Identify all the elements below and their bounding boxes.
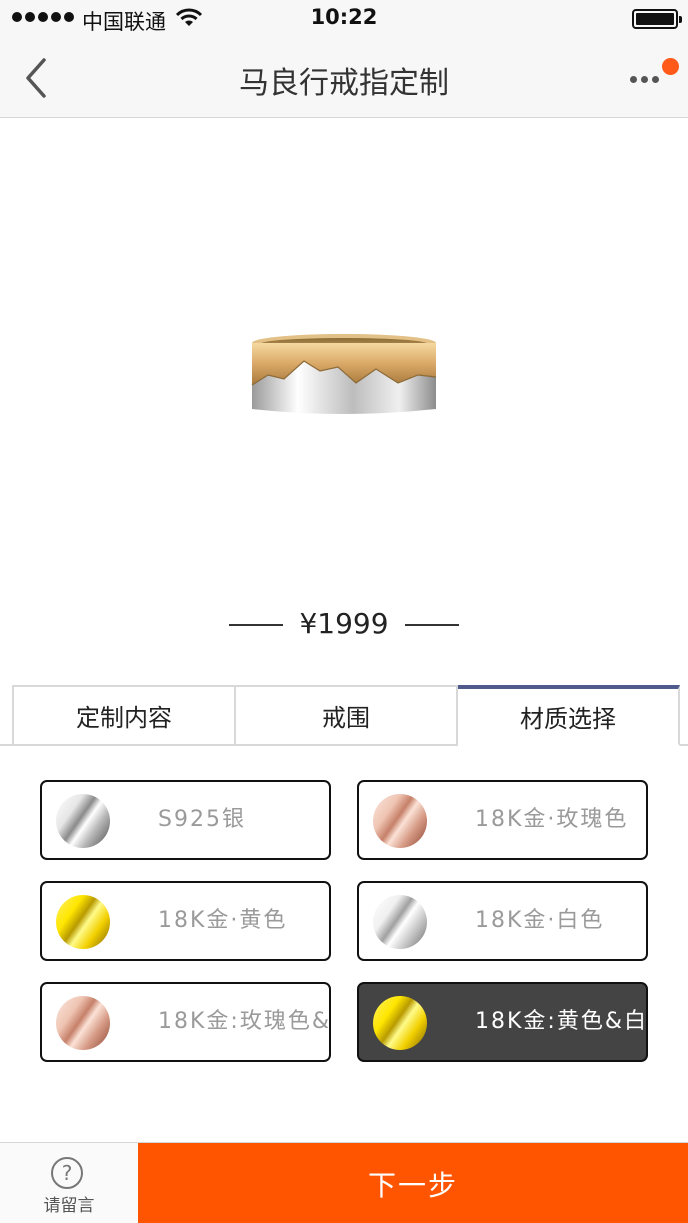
status-bar: 中国联通 10:22	[0, 0, 688, 38]
question-circle-icon: ?	[51, 1157, 83, 1189]
tab-ring-size[interactable]: 戒围	[236, 685, 458, 746]
ring-image	[251, 334, 437, 414]
yellow-gold-swatch-icon	[56, 895, 110, 949]
price-value: ¥1999	[299, 607, 389, 640]
material-option-18k-white[interactable]: 18K金·白色	[357, 881, 648, 961]
price-divider-right	[405, 624, 460, 626]
material-option-s925-silver[interactable]: S925银	[40, 780, 331, 860]
material-option-18k-yellow-white[interactable]: 18K金:黄色&白	[357, 982, 648, 1062]
leave-message-button[interactable]: ? 请留言	[0, 1143, 138, 1223]
material-options: S925银 18K金·玫瑰色 18K金·黄色 18K金·白色 18K金:玫瑰色&…	[40, 780, 648, 1062]
white-gold-swatch-icon	[373, 895, 427, 949]
next-step-button[interactable]: 下一步	[138, 1143, 688, 1223]
yellow-gold-swatch-icon	[373, 996, 427, 1050]
nav-bar: 马良行戒指定制	[0, 38, 688, 118]
material-label: 18K金·白色	[475, 908, 605, 933]
material-label: S925银	[158, 807, 246, 832]
price-divider-left	[228, 624, 283, 626]
status-time: 10:22	[310, 5, 378, 29]
rose-gold-swatch-icon	[373, 794, 427, 848]
page-title: 马良行戒指定制	[239, 66, 449, 101]
silver-swatch-icon	[56, 794, 110, 848]
material-label: 18K金:黄色&白	[475, 1009, 648, 1034]
product-preview: ¥1999	[0, 119, 688, 679]
material-option-18k-rose-white[interactable]: 18K金:玫瑰色&	[40, 982, 331, 1062]
material-option-18k-yellow[interactable]: 18K金·黄色	[40, 881, 331, 961]
more-button[interactable]	[628, 58, 680, 92]
bottom-action-bar: ? 请留言 下一步	[0, 1142, 688, 1223]
material-label: 18K金:玫瑰色&	[158, 1009, 331, 1034]
tab-customize-content[interactable]: 定制内容	[12, 685, 236, 746]
battery-icon	[632, 9, 682, 29]
tab-bar: 定制内容 戒围 材质选择	[12, 685, 680, 746]
more-dots-icon	[630, 76, 659, 83]
leave-message-label: 请留言	[43, 1196, 95, 1216]
price-display: ¥1999	[0, 607, 688, 640]
material-option-18k-rose[interactable]: 18K金·玫瑰色	[357, 780, 648, 860]
material-label: 18K金·黄色	[158, 908, 288, 933]
notification-badge	[662, 58, 679, 75]
rose-gold-swatch-icon	[56, 996, 110, 1050]
material-label: 18K金·玫瑰色	[475, 807, 629, 832]
tab-material[interactable]: 材质选择	[458, 685, 680, 746]
